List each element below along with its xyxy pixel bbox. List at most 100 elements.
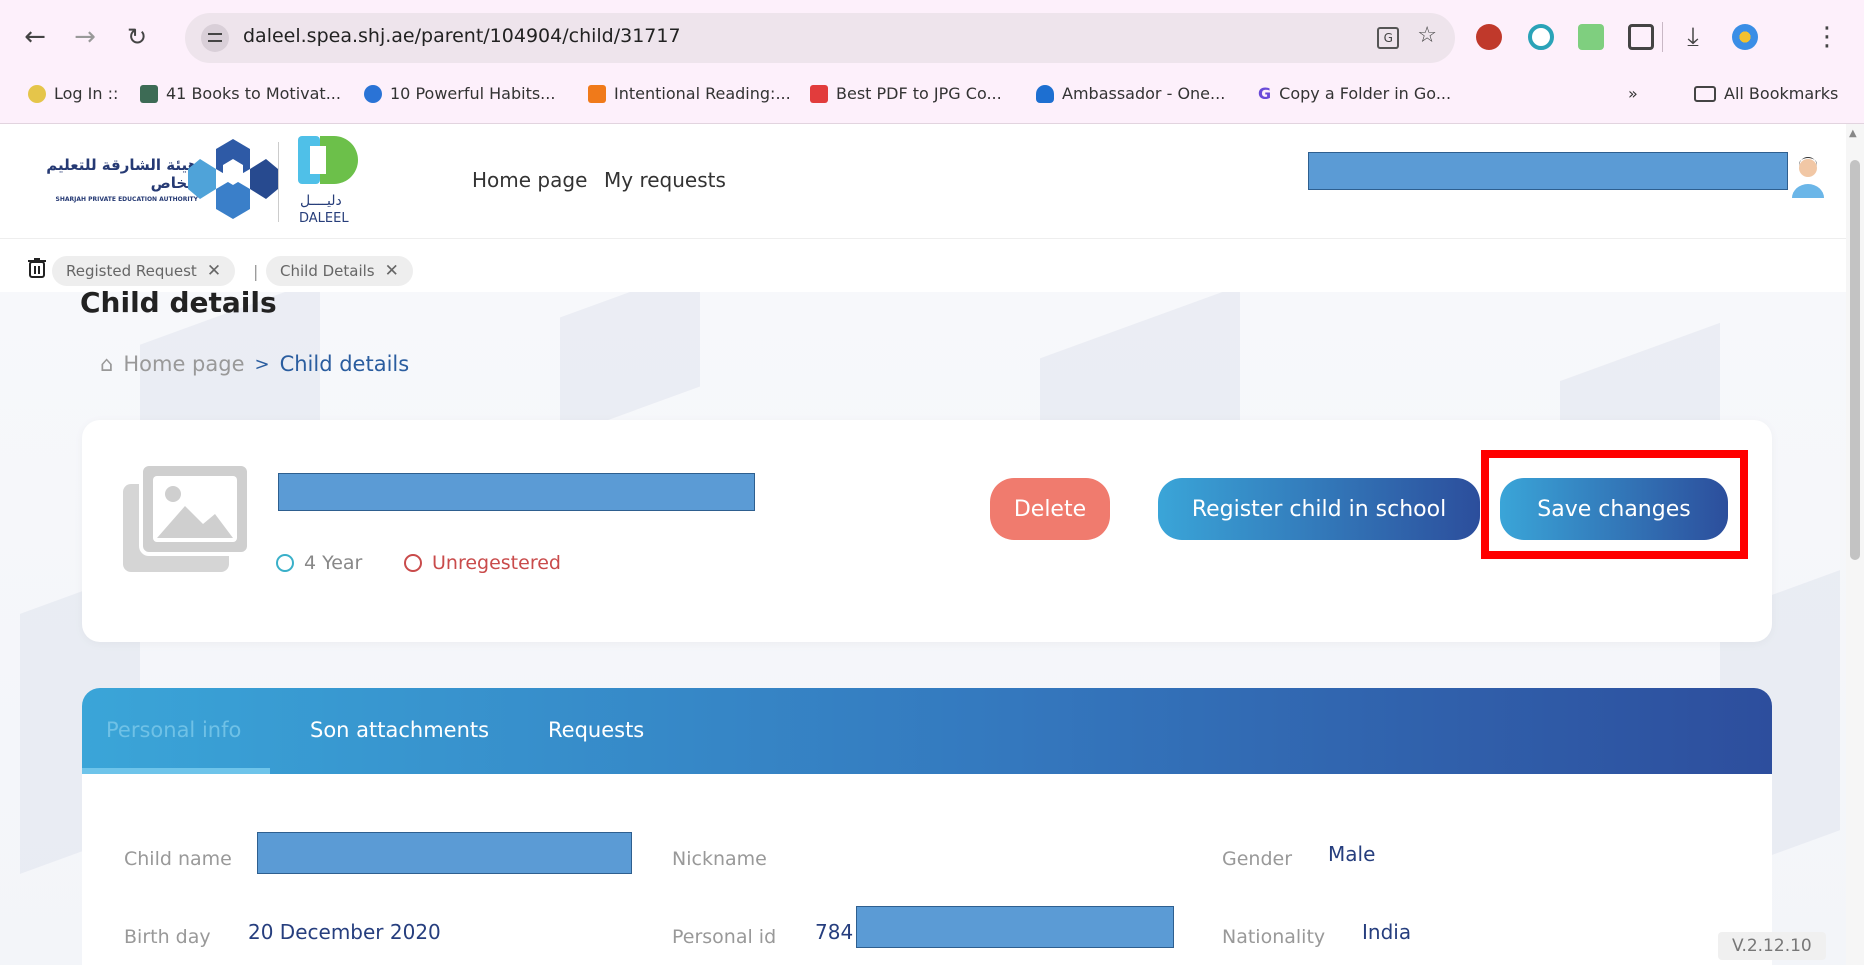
- back-icon[interactable]: ←: [20, 22, 50, 52]
- extension-mail-icon[interactable]: [1578, 24, 1604, 50]
- tab-personal-info[interactable]: Personal info: [106, 718, 241, 742]
- bookmark-item[interactable]: G Copy a Folder in Go...: [1258, 84, 1451, 103]
- bookmark-label: All Bookmarks: [1724, 84, 1839, 103]
- cloud-icon: [1036, 84, 1054, 103]
- chevron-right-icon: >: [254, 353, 270, 375]
- breadcrumb: ⌂ Home page > Child details: [100, 352, 409, 376]
- birthday-label: Birth day: [124, 926, 211, 948]
- daleel-arabic-name: دليــــل: [300, 193, 342, 209]
- address-bar[interactable]: daleel.spea.shj.ae/parent/104904/child/3…: [185, 13, 1455, 63]
- site-info-icon[interactable]: [201, 24, 229, 52]
- bookmark-label: Copy a Folder in Go...: [1279, 84, 1452, 103]
- scroll-up-icon[interactable]: ▲: [1849, 128, 1857, 139]
- bookmark-item[interactable]: Intentional Reading:...: [588, 84, 791, 103]
- reload-icon[interactable]: ↻: [122, 22, 152, 52]
- bookmarks-bar: Log In :: 41 Books to Motivat... 10 Powe…: [0, 76, 1864, 116]
- bookmark-label: Intentional Reading:...: [614, 84, 791, 103]
- toolbar-divider: [1662, 22, 1663, 52]
- circle-logo-icon: [364, 84, 382, 103]
- page-scrollbar[interactable]: ▲: [1846, 124, 1864, 965]
- more-bookmarks-button[interactable]: »: [1628, 84, 1638, 103]
- gender-label: Gender: [1222, 848, 1293, 870]
- bookmark-item[interactable]: 41 Books to Motivat...: [140, 84, 341, 103]
- extensions-puzzle-icon[interactable]: [1628, 24, 1654, 50]
- daleel-logo-icon[interactable]: [288, 132, 360, 196]
- download-icon[interactable]: ⤓: [1678, 22, 1708, 52]
- app-header: هيئة الشارقة للتعليم الخاص SHARJAH PRIVA…: [0, 124, 1846, 239]
- user-avatar-icon[interactable]: [1790, 154, 1826, 198]
- bookmark-item[interactable]: 10 Powerful Habits...: [364, 84, 555, 103]
- logo-divider: [278, 142, 279, 222]
- tab-label: Child Details: [280, 262, 375, 280]
- bookmark-label: 10 Powerful Habits...: [390, 84, 556, 103]
- child-age: 4 Year: [276, 552, 362, 574]
- nav-home-page[interactable]: Home page: [472, 168, 587, 192]
- forward-icon[interactable]: →: [70, 22, 100, 52]
- nickname-label: Nickname: [672, 848, 767, 870]
- child-photo-placeholder-icon[interactable]: [123, 462, 251, 574]
- spea-wordmark: هيئة الشارقة للتعليم الخاص SHARJAH PRIVA…: [18, 156, 198, 203]
- bookmark-label: Ambassador - One...: [1062, 84, 1226, 103]
- open-tabs-bar: Registed Request ✕ | Child Details ✕: [0, 252, 600, 288]
- spea-arabic-name: هيئة الشارقة للتعليم الخاص: [46, 156, 198, 192]
- tab-child-details[interactable]: Child Details ✕: [266, 256, 413, 286]
- child-status: Unregestered: [404, 552, 561, 574]
- status-icon: [404, 554, 422, 572]
- goodreads-icon: [588, 84, 606, 103]
- browser-toolbar: ← → ↻ daleel.spea.shj.ae/parent/104904/c…: [0, 0, 1864, 124]
- translate-icon[interactable]: G: [1377, 27, 1400, 49]
- tab-registed-request[interactable]: Registed Request ✕: [52, 256, 236, 286]
- g-logo-icon: G: [1258, 84, 1272, 103]
- extension-circle-icon[interactable]: [1528, 24, 1554, 50]
- bookmark-star-icon[interactable]: ☆: [1417, 23, 1437, 48]
- tab-separator: |: [253, 262, 259, 281]
- omnibox-actions: G ☆: [1377, 23, 1437, 49]
- s-logo-icon: [140, 84, 158, 103]
- child-name-label: Child name: [124, 848, 232, 870]
- url-text: daleel.spea.shj.ae/parent/104904/child/3…: [243, 25, 681, 47]
- profile-icon[interactable]: [1732, 24, 1758, 50]
- personal-id-label: Personal id: [672, 926, 777, 948]
- bookmark-item[interactable]: Log In ::: [28, 84, 118, 103]
- personal-id-value: 784: [815, 920, 854, 944]
- bookmark-label: Best PDF to JPG Co...: [836, 84, 1002, 103]
- scroll-thumb[interactable]: [1850, 160, 1860, 560]
- nationality-label: Nationality: [1222, 926, 1326, 948]
- user-name-redacted: [1308, 152, 1788, 190]
- delete-button[interactable]: Delete: [990, 478, 1110, 540]
- close-icon[interactable]: ✕: [207, 261, 221, 281]
- birthday-value: 20 December 2020: [248, 920, 441, 944]
- home-icon[interactable]: ⌂: [100, 352, 113, 376]
- pdf-icon: [810, 84, 828, 103]
- child-name-value-redacted: [257, 832, 632, 874]
- bookmark-item[interactable]: Ambassador - One...: [1036, 84, 1225, 103]
- bookmark-label: 41 Books to Motivat...: [166, 84, 341, 103]
- bg-decoration: [560, 292, 700, 438]
- daleel-english-name: DALEEL: [299, 211, 349, 226]
- register-child-button[interactable]: Register child in school: [1158, 478, 1480, 540]
- tab-label: Registed Request: [66, 262, 197, 280]
- breadcrumb-home[interactable]: Home page: [123, 352, 244, 376]
- status-text: Unregestered: [432, 552, 561, 574]
- tab-son-attachments[interactable]: Son attachments: [310, 718, 489, 742]
- nav-my-requests[interactable]: My requests: [604, 168, 726, 192]
- menu-kebab-icon[interactable]: ⋮: [1812, 22, 1842, 52]
- highlight-annotation: [1481, 450, 1748, 559]
- age-icon: [276, 554, 294, 572]
- all-bookmarks-button[interactable]: All Bookmarks: [1694, 84, 1838, 103]
- version-badge: V.2.12.10: [1718, 932, 1826, 960]
- personal-id-redacted: [856, 906, 1174, 948]
- extension-apple-icon[interactable]: [1476, 24, 1502, 50]
- trash-icon[interactable]: [28, 258, 46, 278]
- page-title: Child details: [80, 286, 277, 319]
- gender-value: Male: [1328, 842, 1376, 866]
- tab-requests[interactable]: Requests: [548, 718, 644, 742]
- bookmark-label: Log In ::: [54, 84, 119, 103]
- folder-icon: [1694, 85, 1716, 102]
- bookmark-item[interactable]: Best PDF to JPG Co...: [810, 84, 1002, 103]
- close-icon[interactable]: ✕: [385, 261, 399, 281]
- nationality-value: India: [1362, 920, 1412, 944]
- age-text: 4 Year: [304, 552, 363, 574]
- sun-icon: [28, 84, 46, 103]
- info-tabs-bar: Personal info Son attachments Requests: [82, 688, 1772, 774]
